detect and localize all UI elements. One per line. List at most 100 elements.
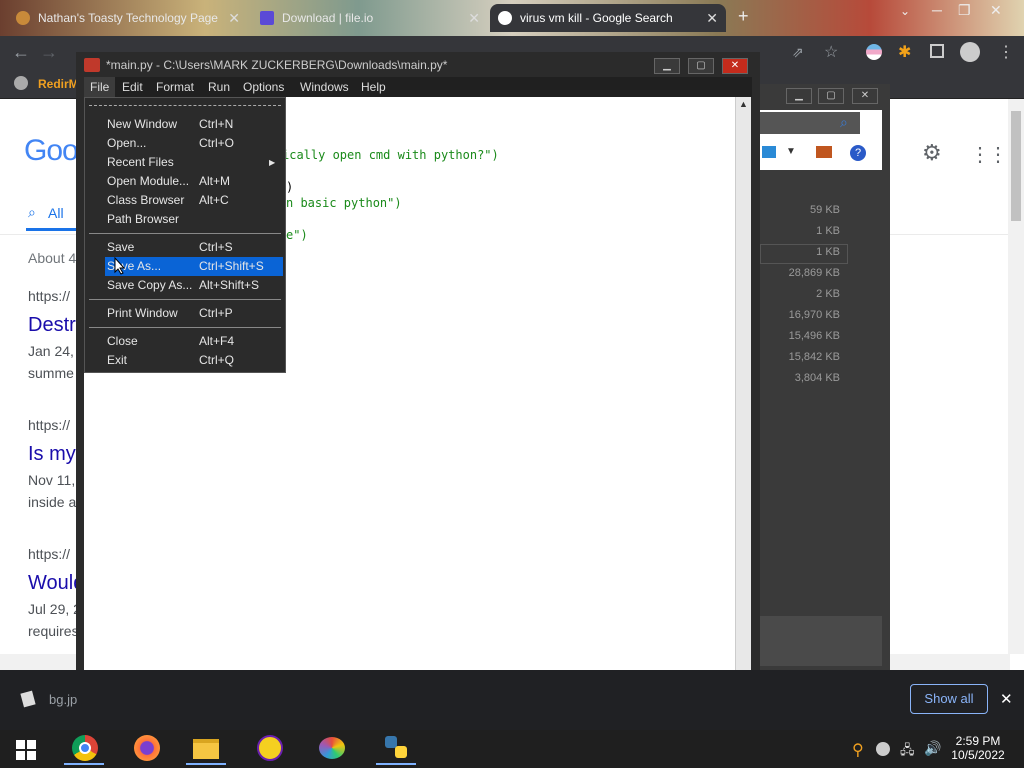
bookmark-redir[interactable]: RedirM <box>38 77 79 91</box>
scroll-up-icon[interactable]: ▲ <box>739 99 748 109</box>
file-size: 15,842 KB <box>788 351 840 363</box>
close-icon[interactable]: ✕ <box>228 4 240 32</box>
result-title[interactable]: Destr <box>28 314 76 337</box>
maximize-button[interactable]: ▢ <box>688 58 714 74</box>
file-size: 28,869 KB <box>788 267 840 279</box>
tab-toasty-tech[interactable]: Nathan's Toasty Technology Page ✕ <box>8 4 248 32</box>
window-title: *main.py - C:\Users\MARK ZUCKERBERG\Down… <box>106 58 448 72</box>
bookmark-star-icon[interactable]: ☆ <box>824 42 838 62</box>
menu-item-recent-files[interactable]: Recent Files ▶ <box>85 153 285 172</box>
result-url[interactable]: https:// <box>28 417 70 433</box>
folder-action-icon[interactable] <box>816 146 832 158</box>
tab-file-io[interactable]: Download | file.io ✕ <box>252 4 488 32</box>
menu-run[interactable]: Run <box>202 77 236 97</box>
menu-item-path-browser[interactable]: Path Browser <box>85 210 285 229</box>
maximize-icon[interactable]: ❐ <box>958 2 971 19</box>
share-icon[interactable]: ⇗ <box>792 44 804 61</box>
tab-all[interactable]: All <box>48 205 64 221</box>
menu-format[interactable]: Format <box>150 77 200 97</box>
taskbar-firefox[interactable] <box>128 733 168 765</box>
menu-item-close[interactable]: Close Alt+F4 <box>85 332 285 351</box>
menu-item-save-as[interactable]: Save As... Ctrl+Shift+S <box>105 257 283 276</box>
close-icon[interactable]: ✕ <box>706 4 718 32</box>
taskbar-python-idle[interactable] <box>376 733 416 765</box>
download-file-name[interactable]: bg.jp <box>49 692 77 707</box>
taskbar-paint[interactable] <box>312 733 352 765</box>
network-icon[interactable]: 🖧 <box>900 741 915 763</box>
google-favicon-icon <box>498 11 512 25</box>
menu-item-class-browser[interactable]: Class Browser Alt+C <box>85 191 285 210</box>
show-all-button[interactable]: Show all <box>910 684 988 714</box>
extension-flag-icon[interactable] <box>866 44 882 60</box>
menu-edit[interactable]: Edit <box>116 77 149 97</box>
menu-item-save-copy-as[interactable]: Save Copy As... Alt+Shift+S <box>85 276 285 295</box>
back-icon[interactable]: ← <box>12 42 30 63</box>
scroll-thumb[interactable] <box>1011 111 1021 221</box>
minimize-button[interactable]: ▁ <box>786 88 812 104</box>
site-favicon-icon <box>16 11 30 25</box>
tearoff-line[interactable] <box>89 105 281 106</box>
menu-item-open[interactable]: Open... Ctrl+O <box>85 134 285 153</box>
code-line: e") <box>286 228 308 242</box>
code-line: ically open cmd with python?") <box>282 148 499 162</box>
tab-title: virus vm kill - Google Search <box>520 11 673 25</box>
menu-item-print-window[interactable]: Print Window Ctrl+P <box>85 304 285 323</box>
menu-item-new-window[interactable]: New Window Ctrl+N <box>85 115 285 134</box>
explorer-details-pane <box>760 616 882 666</box>
file-size: 1 KB <box>816 246 840 258</box>
close-window-icon[interactable]: ✕ <box>990 2 1002 19</box>
search-tray-icon[interactable]: ⚲ <box>852 740 864 760</box>
taskbar-yahoo-messenger[interactable] <box>250 733 290 765</box>
google-logo[interactable]: Goo <box>24 134 79 168</box>
tray-status-icon[interactable] <box>876 742 890 756</box>
menu-options[interactable]: Options <box>237 77 290 97</box>
forward-icon[interactable]: → <box>40 42 58 63</box>
result-url[interactable]: https:// <box>28 546 70 562</box>
result-title[interactable]: Is my <box>28 443 76 466</box>
python-feather-icon <box>84 58 100 72</box>
close-button[interactable]: ✕ <box>722 58 748 74</box>
taskbar-chrome[interactable] <box>64 733 104 765</box>
maximize-button[interactable]: ▢ <box>818 88 844 104</box>
minimize-icon[interactable]: ─ <box>932 2 942 18</box>
file-menu-dropdown: New Window Ctrl+N Open... Ctrl+O Recent Fi… <box>84 97 286 373</box>
view-icon[interactable] <box>762 146 776 158</box>
submenu-arrow-icon: ▶ <box>269 158 276 167</box>
tab-google-search[interactable]: virus vm kill - Google Search ✕ <box>490 4 726 32</box>
menu-item-open-module[interactable]: Open Module... Alt+M <box>85 172 285 191</box>
result-stats: About 4 <box>28 250 77 266</box>
volume-icon[interactable]: 🔊 <box>924 740 941 757</box>
settings-gear-icon[interactable]: ⚙ <box>922 140 942 166</box>
page-vertical-scrollbar[interactable] <box>1008 99 1024 654</box>
close-icon[interactable]: ✕ <box>468 4 480 32</box>
result-date: Nov 11, <box>28 472 76 488</box>
clock[interactable]: 2:59 PM 10/5/2022 <box>948 734 1008 762</box>
code-line: ) <box>286 180 294 194</box>
close-button[interactable]: ✕ <box>852 88 878 104</box>
chevron-down-icon[interactable]: ▼ <box>786 146 796 157</box>
minimize-button[interactable]: ▁ <box>654 58 680 74</box>
sidepanel-icon[interactable] <box>930 44 944 58</box>
puzzle-extensions-icon[interactable]: ✱ <box>898 42 911 62</box>
kebab-menu-icon[interactable]: ⋮ <box>998 42 1014 62</box>
help-icon[interactable]: ? <box>850 145 866 161</box>
editor-scrollbar[interactable]: ▲ <box>735 97 751 727</box>
menu-item-save[interactable]: Save Ctrl+S <box>85 238 285 257</box>
file-size: 3,804 KB <box>794 372 840 384</box>
chevron-down-icon[interactable]: ⌄ <box>900 4 910 18</box>
windows-start-icon[interactable] <box>16 740 36 760</box>
new-tab-icon[interactable]: + <box>738 6 749 27</box>
menu-windows[interactable]: Windows <box>294 77 355 97</box>
clock-date: 10/5/2022 <box>951 748 1005 762</box>
menu-file[interactable]: File <box>84 77 116 97</box>
result-url[interactable]: https:// <box>28 288 70 304</box>
search-icon[interactable]: ⌕ <box>840 114 848 131</box>
menu-help[interactable]: Help <box>355 77 392 97</box>
profile-avatar-icon[interactable] <box>960 42 980 62</box>
close-icon[interactable]: ✕ <box>1000 690 1013 708</box>
taskbar-file-explorer[interactable] <box>186 733 226 765</box>
file-size: 15,496 KB <box>788 330 840 342</box>
menu-item-exit[interactable]: Exit Ctrl+Q <box>85 351 285 370</box>
menu-separator <box>89 233 281 234</box>
file-size: 59 KB <box>810 204 840 216</box>
